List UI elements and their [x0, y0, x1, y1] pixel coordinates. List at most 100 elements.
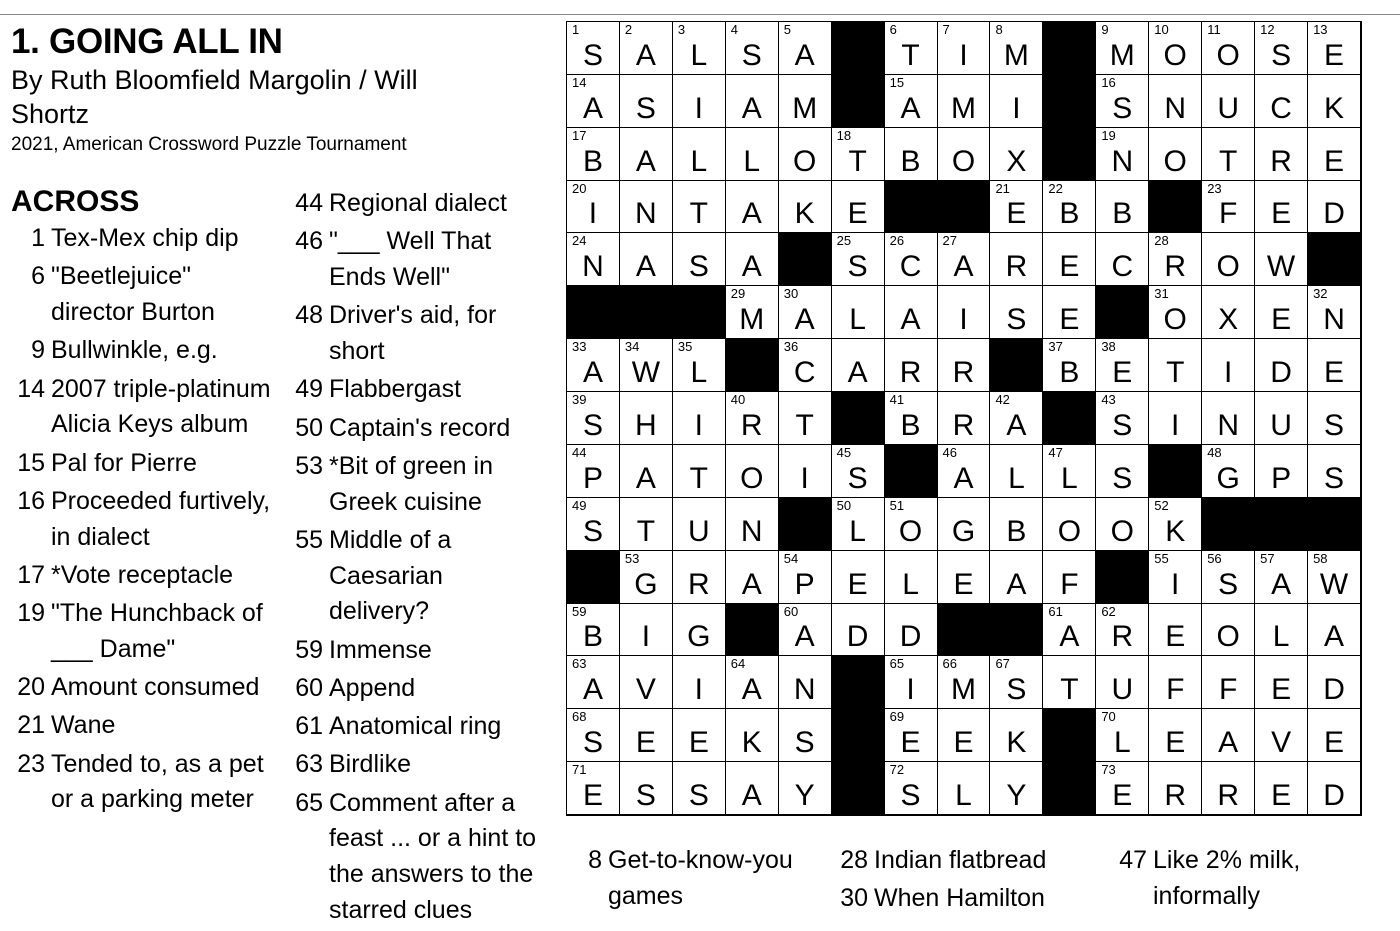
grid-cell[interactable]: S: [1307, 443, 1360, 497]
grid-cell[interactable]: 51 O: [883, 496, 937, 550]
grid-cell[interactable]: 4S: [724, 21, 778, 74]
grid-cell[interactable]: R: [936, 391, 990, 444]
grid-cell[interactable]: E: [1307, 708, 1360, 762]
grid-cell[interactable]: 13 E: [1307, 21, 1360, 74]
grid-cell[interactable]: E: [1042, 285, 1096, 339]
grid-cell[interactable]: O: [1095, 496, 1149, 550]
grid-cell[interactable]: 63 A: [566, 655, 619, 709]
grid-cell[interactable]: K: [989, 708, 1043, 762]
grid-cell[interactable]: X: [989, 126, 1043, 180]
grid-cell[interactable]: B: [883, 126, 937, 180]
grid-cell[interactable]: 9M: [1095, 21, 1149, 74]
grid-cell[interactable]: B: [1095, 179, 1149, 233]
grid-cell[interactable]: E: [1307, 126, 1360, 180]
clue-item[interactable]: 15 Pal for Pierre: [11, 446, 273, 482]
grid-cell[interactable]: 39 S: [566, 391, 619, 444]
grid-cell[interactable]: S: [989, 285, 1043, 339]
crossword-grid[interactable]: 1 S 2 A 3 L 4 S 5 A 6 T 7 I 8 M 9 M 10 O 11 O 12 S 13 E 14 A S I A M 15 A…: [566, 21, 1362, 816]
clue-item[interactable]: 21 Wane: [11, 708, 273, 744]
grid-cell[interactable]: U: [1095, 655, 1149, 709]
grid-cell[interactable]: K: [724, 708, 778, 762]
grid-cell[interactable]: R: [1254, 126, 1308, 180]
grid-cell[interactable]: 29 M: [724, 285, 778, 339]
grid-cell[interactable]: 46 A: [936, 443, 990, 497]
grid-cell[interactable]: 62 R: [1095, 602, 1149, 656]
grid-cell[interactable]: A: [724, 549, 778, 603]
grid-cell[interactable]: I: [618, 602, 672, 656]
grid-cell[interactable]: F: [1148, 655, 1202, 709]
grid-cell[interactable]: 72 S: [883, 761, 937, 814]
grid-cell[interactable]: 44 P: [566, 443, 619, 497]
grid-cell[interactable]: N: [724, 496, 778, 550]
grid-cell[interactable]: O: [724, 443, 778, 497]
grid-cell[interactable]: 71 E: [566, 761, 619, 814]
grid-cell[interactable]: A: [618, 443, 672, 497]
grid-cell[interactable]: L: [671, 126, 725, 180]
grid-cell[interactable]: 50 L: [830, 496, 884, 550]
grid-cell[interactable]: N: [618, 179, 672, 233]
grid-cell[interactable]: 32 N: [1307, 285, 1360, 339]
clue-item[interactable]: 60 Append: [289, 671, 544, 707]
grid-cell[interactable]: A: [724, 761, 778, 814]
grid-cell[interactable]: 37 B: [1042, 338, 1096, 392]
grid-cell[interactable]: 56 S: [1201, 549, 1255, 603]
grid-cell[interactable]: 8M: [989, 21, 1043, 74]
grid-cell[interactable]: 49 S: [566, 496, 619, 550]
grid-cell[interactable]: A: [989, 549, 1043, 603]
grid-cell[interactable]: 3L: [671, 21, 725, 74]
grid-cell[interactable]: R: [936, 338, 990, 392]
grid-cell[interactable]: D: [1307, 761, 1360, 814]
grid-cell[interactable]: E: [1254, 655, 1308, 709]
grid-cell[interactable]: U: [671, 496, 725, 550]
grid-cell[interactable]: O: [1148, 126, 1202, 180]
grid-cell[interactable]: 30 A: [777, 285, 831, 339]
grid-cell[interactable]: A: [1307, 602, 1360, 656]
grid-cell[interactable]: E: [1254, 285, 1308, 339]
grid-cell[interactable]: X: [1201, 285, 1255, 339]
grid-cell[interactable]: S: [1307, 391, 1360, 444]
grid-cell[interactable]: A: [618, 232, 672, 286]
grid-cell[interactable]: 42 A: [989, 391, 1043, 444]
grid-cell[interactable]: 61 A: [1042, 602, 1096, 656]
clue-item[interactable]: 6 "Beetlejuice" director Burton: [11, 259, 273, 330]
grid-cell[interactable]: R: [671, 549, 725, 603]
grid-cell[interactable]: 23 F: [1201, 179, 1255, 233]
clue-item[interactable]: 28 Indian flatbread: [834, 843, 1094, 879]
grid-cell[interactable]: 52 K: [1148, 496, 1202, 550]
grid-cell[interactable]: E: [936, 549, 990, 603]
grid-cell[interactable]: T: [1201, 126, 1255, 180]
grid-cell[interactable]: S: [1095, 443, 1149, 497]
grid-cell[interactable]: E: [1042, 232, 1096, 286]
grid-cell[interactable]: T: [777, 391, 831, 444]
grid-cell[interactable]: 1S: [566, 21, 619, 74]
grid-cell[interactable]: M: [777, 73, 831, 127]
grid-cell[interactable]: 36 C: [777, 338, 831, 392]
grid-cell[interactable]: R: [1201, 761, 1255, 814]
grid-cell[interactable]: M: [936, 73, 990, 127]
grid-cell[interactable]: A: [724, 232, 778, 286]
grid-cell[interactable]: 27 A: [936, 232, 990, 286]
grid-cell[interactable]: W: [1254, 232, 1308, 286]
grid-cell[interactable]: A: [883, 285, 937, 339]
grid-cell[interactable]: R: [989, 232, 1043, 286]
grid-cell[interactable]: S: [671, 232, 725, 286]
grid-cell[interactable]: 64 A: [724, 655, 778, 709]
grid-cell[interactable]: Y: [777, 761, 831, 814]
grid-cell[interactable]: E: [1148, 602, 1202, 656]
grid-cell[interactable]: 11 O: [1201, 21, 1255, 74]
grid-cell[interactable]: U: [1254, 391, 1308, 444]
grid-cell[interactable]: 41 B: [883, 391, 937, 444]
grid-cell[interactable]: I: [671, 391, 725, 444]
grid-cell[interactable]: 10 O: [1148, 21, 1202, 74]
grid-cell[interactable]: L: [1254, 602, 1308, 656]
grid-cell[interactable]: N: [1201, 391, 1255, 444]
grid-cell[interactable]: T: [1148, 338, 1202, 392]
grid-cell[interactable]: 58 W: [1307, 549, 1360, 603]
grid-cell[interactable]: 40 R: [724, 391, 778, 444]
grid-cell[interactable]: O: [936, 126, 990, 180]
grid-cell[interactable]: 59 B: [566, 602, 619, 656]
grid-cell[interactable]: L: [936, 761, 990, 814]
grid-cell[interactable]: L: [989, 443, 1043, 497]
grid-cell[interactable]: F: [1201, 655, 1255, 709]
grid-cell[interactable]: 45 S: [830, 443, 884, 497]
